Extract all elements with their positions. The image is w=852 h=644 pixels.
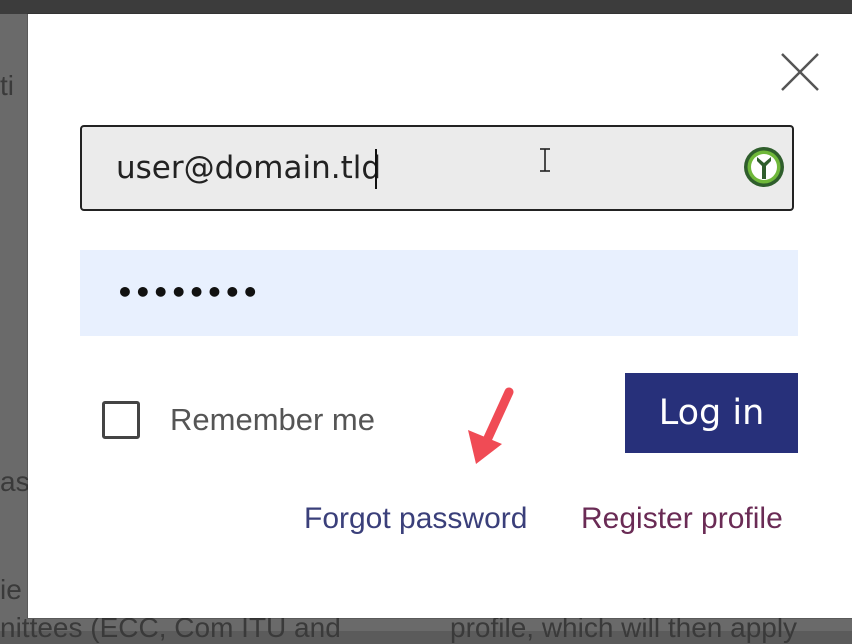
checkbox-box[interactable]: [102, 401, 140, 439]
login-dialog: •••••••• Remember me Log in Forgot passw…: [28, 14, 852, 618]
close-button[interactable]: [780, 52, 820, 92]
close-icon: [781, 53, 819, 91]
password-masked-value: ••••••••: [116, 276, 260, 309]
background-text: ie: [0, 574, 22, 605]
email-field[interactable]: [80, 125, 794, 211]
remember-me-checkbox[interactable]: Remember me: [102, 398, 375, 442]
email-input[interactable]: [116, 127, 676, 209]
key-icon[interactable]: [742, 145, 786, 189]
background-top-bar: [0, 0, 852, 14]
ibeam-cursor-icon: [540, 148, 550, 172]
arrow-annotation-icon: [468, 387, 514, 464]
forgot-password-link[interactable]: Forgot password: [304, 502, 527, 536]
register-profile-link[interactable]: Register profile: [581, 502, 783, 536]
remember-me-label: Remember me: [170, 402, 375, 437]
background-text: as: [0, 466, 30, 497]
text-caret: [375, 149, 377, 189]
login-button[interactable]: Log in: [625, 373, 798, 453]
password-field[interactable]: ••••••••: [80, 250, 798, 336]
background-text: ti: [0, 70, 14, 101]
